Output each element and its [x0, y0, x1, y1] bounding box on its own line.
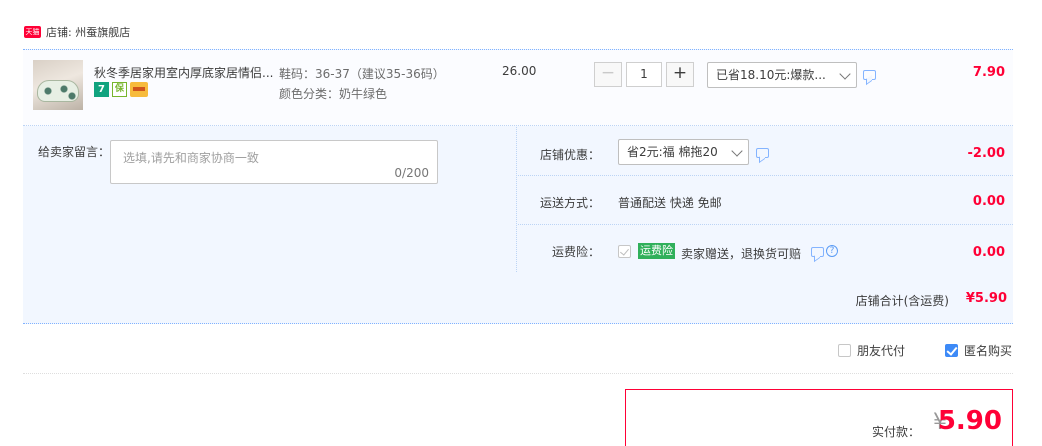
slipper-image	[37, 80, 79, 102]
help-icon[interactable]: ?	[826, 245, 838, 257]
payment-summary: 实付款： ¥ 5.90	[625, 389, 1013, 446]
sku-color: 颜色分类：奶牛绿色	[279, 87, 388, 101]
item-promotion-value: 已省18.10元:爆款...	[716, 68, 826, 82]
shop-discount-label: 店铺优惠：	[539, 148, 600, 162]
anonymous-purchase-checkbox[interactable]	[945, 344, 958, 357]
shipping-method: 普通配送 快递 免邮	[618, 196, 722, 210]
message-placeholder: 选填,请先和商家协商一致	[123, 151, 259, 165]
shop-discount-amount: -2.00	[967, 146, 1005, 161]
insurance-description: 卖家赠送，退换货可赔	[681, 247, 802, 261]
store-total-row: 店铺合计(含运费) ¥5.90	[23, 273, 1013, 325]
shipping-amount: 0.00	[972, 194, 1005, 209]
guarantee-icon[interactable]: 保	[112, 82, 127, 97]
sku-size: 鞋码：36-37（建议35-36码）	[279, 67, 445, 81]
unit-price: 26.00	[502, 64, 537, 78]
message-panel: 给卖家留言： 选填,请先和商家协商一致 0/200	[23, 127, 517, 272]
sku-info: 鞋码：36-37（建议35-36码） 颜色分类：奶牛绿色	[279, 64, 445, 104]
quantity-stepper: − 1 +	[594, 62, 694, 87]
shop-name-link[interactable]: 店铺: 州蚕旗舰店	[46, 24, 130, 40]
anonymous-purchase-option[interactable]: 匿名购买	[945, 342, 1012, 359]
insurance-tag: 运费险	[638, 243, 675, 259]
credit-card-icon[interactable]	[130, 82, 148, 97]
shop-discount-row: 店铺优惠： 省2元:福 棉拖20 -2.00	[518, 127, 1013, 176]
shop-coupon-select[interactable]: 省2元:福 棉拖20	[618, 139, 749, 165]
insurance-row: 运费险： 运费险 卖家赠送，退换货可赔 ? 0.00	[518, 225, 1013, 272]
friend-pay-label: 朋友代付	[857, 344, 906, 358]
message-char-count: 0/200	[394, 166, 429, 180]
insurance-amount: 0.00	[972, 245, 1005, 260]
order-options: 朋友代付 匿名购买	[23, 334, 1013, 374]
quantity-input[interactable]: 1	[626, 62, 662, 87]
insurance-checkbox[interactable]	[618, 245, 631, 258]
anonymous-purchase-label: 匿名购买	[964, 344, 1013, 358]
increase-quantity-button[interactable]: +	[666, 62, 694, 87]
payment-label: 实付款：	[871, 425, 920, 439]
seven-day-return-icon[interactable]: 7	[94, 82, 109, 97]
store-total-amount: ¥5.90	[965, 291, 1007, 306]
chat-icon[interactable]	[756, 148, 769, 158]
shipping-row: 运送方式： 普通配送 快递 免邮 0.00	[518, 176, 1013, 225]
friend-pay-checkbox[interactable]	[838, 344, 851, 357]
chat-icon[interactable]	[863, 70, 876, 80]
service-badges: 7 保	[94, 82, 148, 97]
insurance-label: 运费险：	[551, 245, 600, 259]
product-title-link[interactable]: 秋冬季居家用室内厚底家居情侣...	[94, 64, 274, 81]
fees-panel: 店铺优惠： 省2元:福 棉拖20 -2.00 运送方式： 普通配送 快递 免邮 …	[518, 127, 1013, 272]
friend-pay-option[interactable]: 朋友代付	[838, 342, 905, 359]
product-thumbnail[interactable]	[33, 60, 83, 110]
payment-amount: 5.90	[937, 406, 1002, 436]
shop-coupon-value: 省2元:福 棉拖20	[627, 145, 718, 159]
item-promotion-select[interactable]: 已省18.10元:爆款...	[707, 62, 857, 88]
message-textarea[interactable]: 选填,请先和商家协商一致 0/200	[110, 140, 438, 184]
tmall-badge-icon: 天猫	[24, 26, 41, 38]
decrease-quantity-button[interactable]: −	[594, 62, 622, 87]
order-panel: 秋冬季居家用室内厚底家居情侣... 7 保 鞋码：36-37（建议35-36码）…	[23, 49, 1013, 324]
chat-icon[interactable]	[811, 247, 824, 257]
chevron-down-icon	[839, 68, 851, 80]
message-label: 给卖家留言：	[38, 145, 111, 159]
store-total-label: 店铺合计(含运费)	[855, 294, 949, 308]
order-item-row: 秋冬季居家用室内厚底家居情侣... 7 保 鞋码：36-37（建议35-36码）…	[23, 50, 1013, 126]
item-subtotal: 7.90	[972, 65, 1005, 80]
shop-header: 天猫 店铺: 州蚕旗舰店	[24, 24, 130, 40]
shipping-label: 运送方式：	[539, 196, 600, 210]
chevron-down-icon	[731, 145, 743, 157]
